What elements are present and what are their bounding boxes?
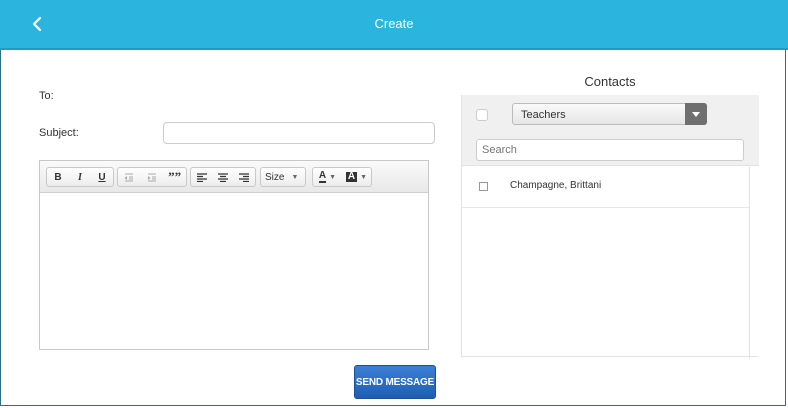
group-select-value: Teachers — [521, 109, 566, 121]
contact-list-item[interactable]: Champagne, Brittani — [462, 167, 750, 208]
group-select[interactable]: Teachers — [512, 103, 707, 125]
italic-button[interactable]: I — [69, 168, 91, 186]
contacts-search-row — [462, 135, 759, 166]
group-select-toggle[interactable] — [685, 103, 707, 125]
subject-label: Subject: — [39, 127, 79, 139]
caret-down-icon — [692, 111, 700, 117]
align-right-icon — [239, 172, 250, 182]
contacts-search-input[interactable] — [476, 139, 744, 161]
contacts-filter-row: Teachers — [462, 95, 759, 135]
bold-button[interactable]: B — [47, 168, 69, 186]
font-color-button[interactable]: A ▼ — [313, 168, 342, 186]
caret-down-icon: ▼ — [291, 173, 299, 181]
contacts-scrollbar[interactable] — [749, 167, 750, 359]
align-right-button[interactable] — [234, 168, 255, 186]
font-size-dropdown[interactable]: Size ▼ — [260, 167, 306, 187]
indent-button[interactable] — [141, 168, 164, 186]
contacts-title: Contacts — [584, 74, 636, 89]
select-all-checkbox[interactable] — [476, 109, 488, 121]
caret-down-icon: ▼ — [360, 173, 367, 181]
outdent-icon — [124, 173, 134, 181]
highlight-color-label: A — [345, 171, 358, 182]
indent-icon — [148, 173, 156, 181]
underline-button[interactable]: U — [91, 168, 113, 186]
contacts-panel: Teachers Champagne, Brittani — [461, 95, 759, 359]
message-editor: B I U ”” Size ▼ A ▼ A ▼ — [39, 160, 429, 350]
editor-toolbar: B I U ”” Size ▼ A ▼ A ▼ — [40, 161, 428, 193]
outdent-button[interactable] — [118, 168, 141, 186]
color-group: A ▼ A ▼ — [312, 167, 372, 187]
blockquote-button[interactable]: ”” — [163, 168, 186, 186]
format-group: B I U — [46, 167, 114, 187]
font-size-label: Size — [265, 171, 285, 183]
caret-down-icon: ▼ — [329, 173, 336, 181]
align-group — [190, 167, 256, 187]
font-color-label: A — [318, 170, 327, 183]
indent-group: ”” — [117, 167, 187, 187]
message-body-input[interactable] — [40, 193, 428, 349]
page-title: Create — [374, 16, 414, 31]
align-center-icon — [217, 172, 228, 182]
contact-checkbox[interactable] — [479, 182, 488, 191]
to-label: To: — [39, 90, 54, 102]
contact-name: Champagne, Brittani — [510, 180, 602, 191]
align-center-button[interactable] — [212, 168, 233, 186]
send-message-button[interactable]: SEND MESSAGE — [354, 365, 436, 399]
align-left-button[interactable] — [191, 168, 212, 186]
align-left-icon — [196, 172, 207, 182]
app-header: Create — [0, 0, 788, 50]
highlight-color-button[interactable]: A ▼ — [342, 168, 371, 186]
subject-input[interactable] — [163, 122, 435, 144]
